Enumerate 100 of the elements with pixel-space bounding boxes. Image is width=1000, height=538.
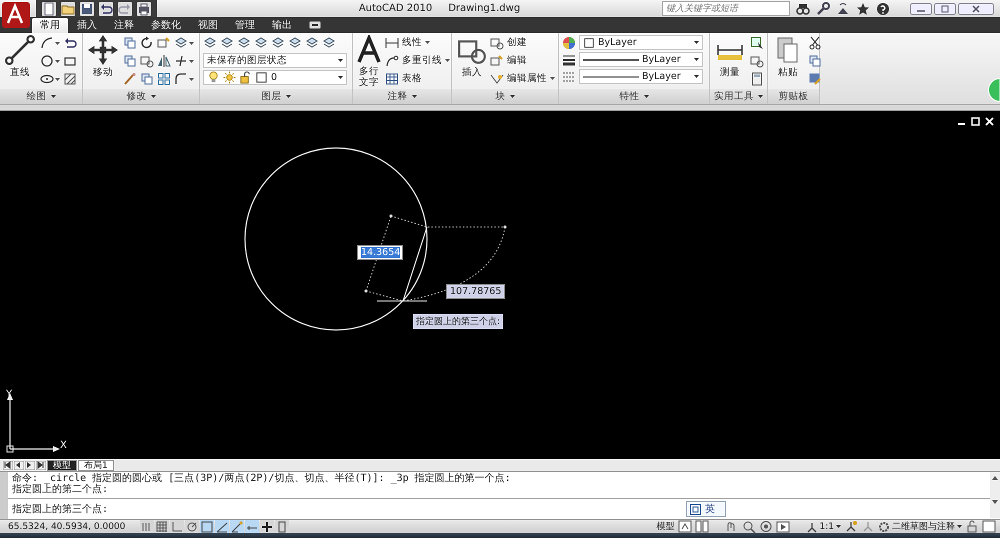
linetype-icon[interactable]	[562, 70, 576, 84]
wheel-icon[interactable]	[758, 520, 773, 533]
caret-icon[interactable]	[836, 525, 841, 528]
layout-tab[interactable]: 模型	[47, 460, 77, 470]
linetype-dropdown[interactable]: ByLayer	[579, 69, 703, 84]
lock-icon[interactable]	[965, 520, 979, 533]
caret-icon[interactable]	[55, 78, 60, 80]
color-wheel-icon[interactable]	[562, 36, 576, 50]
bulb-icon[interactable]	[207, 71, 220, 84]
caret-icon[interactable]	[694, 75, 699, 78]
panel-title[interactable]: 图层	[262, 90, 290, 103]
fillet-icon[interactable]	[174, 72, 188, 86]
wrench-icon[interactable]	[816, 2, 830, 16]
caret-icon[interactable]	[189, 60, 194, 62]
caret-icon[interactable]	[55, 42, 60, 44]
caret-icon[interactable]	[445, 59, 450, 62]
sun-icon[interactable]	[223, 71, 236, 84]
trim-button[interactable]	[174, 53, 194, 69]
polyline-button[interactable]	[40, 35, 60, 51]
ribbon-tab[interactable]: 管理	[227, 18, 263, 33]
leader-icon[interactable]	[385, 54, 399, 68]
help-icon[interactable]	[876, 2, 890, 16]
caret-icon[interactable]	[510, 95, 514, 98]
polar-icon[interactable]	[185, 520, 199, 534]
snap-icon[interactable]	[140, 520, 154, 534]
circle-icon[interactable]	[40, 54, 54, 68]
restore-button[interactable]	[934, 2, 956, 14]
undo-icon[interactable]	[99, 2, 113, 16]
line-button[interactable]: 直线	[3, 35, 37, 79]
insert-button[interactable]: 插入	[455, 35, 489, 79]
panel-title[interactable]: 特性	[620, 90, 648, 103]
minimize-button[interactable]	[910, 2, 932, 14]
lineweight-dropdown[interactable]: ByLayer	[579, 52, 703, 67]
create-block-button[interactable]: 创建	[490, 35, 555, 50]
ime-logo-icon[interactable]	[690, 504, 701, 514]
edit-block-button[interactable]: 编辑	[490, 53, 555, 68]
tab-scroll-button[interactable]	[36, 460, 46, 470]
caret-icon[interactable]	[338, 76, 343, 79]
annotation-scale-icon[interactable]	[806, 520, 818, 532]
lock-icon[interactable]	[239, 71, 252, 84]
osnap-icon[interactable]	[200, 520, 214, 534]
binoculars-icon[interactable]	[796, 2, 810, 16]
color-swatch-icon[interactable]	[583, 36, 595, 48]
multileader-button[interactable]: 多重引线	[385, 53, 450, 68]
move-arrows-icon[interactable]	[88, 35, 118, 65]
ellipse-icon[interactable]	[40, 72, 54, 86]
star-icon[interactable]	[856, 2, 870, 16]
ribbon-tab[interactable]: 常用	[32, 18, 68, 33]
zoom-icon[interactable]	[742, 520, 756, 533]
crosshair-icon[interactable]	[260, 520, 274, 534]
caret-icon[interactable]	[425, 41, 430, 44]
model-space-button[interactable]: 模型	[656, 520, 675, 533]
save-icon[interactable]	[80, 2, 94, 16]
caret-icon[interactable]	[550, 77, 555, 80]
multiline-text-button[interactable]: 多行文字	[356, 35, 382, 88]
ribbon-tab[interactable]: 输出	[264, 18, 300, 33]
print-icon[interactable]	[137, 2, 151, 16]
gear-icon[interactable]	[878, 520, 890, 532]
annotation-visibility-icon[interactable]	[844, 520, 858, 533]
table-button[interactable]: 表格	[385, 71, 450, 86]
caret-icon[interactable]	[286, 95, 290, 98]
table-icon[interactable]	[385, 72, 399, 86]
caret-icon[interactable]	[55, 60, 60, 62]
angle-icon[interactable]	[215, 520, 229, 534]
ribbon-tab[interactable]: 插入	[69, 18, 105, 33]
dynamic-input-field[interactable]: 14.3654	[357, 245, 403, 260]
close-button[interactable]	[958, 2, 994, 14]
viewports-icon[interactable]	[694, 520, 709, 533]
create-icon[interactable]	[490, 36, 504, 50]
layout-icon[interactable]	[678, 520, 692, 533]
measure-button[interactable]: 测量	[713, 35, 747, 79]
dynamic-input-field[interactable]: 107.78765	[446, 284, 506, 299]
workspace-button[interactable]: 二维草图与注释	[878, 520, 962, 533]
square-icon[interactable]	[255, 71, 268, 84]
panel-title[interactable]: 块	[496, 90, 514, 103]
edit-icon[interactable]	[490, 54, 504, 68]
fillet-button[interactable]	[174, 71, 194, 87]
ribbon-tab[interactable]: 视图	[190, 18, 226, 33]
line-icon[interactable]	[5, 35, 35, 65]
new-file-icon[interactable]	[42, 2, 56, 16]
layer-dropdown[interactable]: 0	[203, 70, 347, 85]
circle-button[interactable]	[40, 53, 60, 69]
clean-screen-icon[interactable]	[982, 520, 996, 533]
color-dropdown[interactable]: ByLayer	[579, 35, 703, 50]
minimize-ribbon-icon[interactable]	[309, 21, 321, 29]
tab-scroll-button[interactable]	[14, 460, 24, 470]
ribbon-tab[interactable]: 注释	[106, 18, 142, 33]
caret-icon[interactable]	[694, 58, 699, 61]
caret-icon[interactable]	[412, 95, 416, 98]
linear-dimension-button[interactable]: 线性	[385, 35, 450, 50]
tracking-icon[interactable]	[230, 520, 244, 534]
layout-tab[interactable]: 布局1	[78, 460, 114, 470]
layer-state-dropdown[interactable]: 未保存的图层状态	[203, 53, 347, 68]
showmotion-icon[interactable]	[776, 520, 790, 533]
caret-icon[interactable]	[150, 95, 156, 98]
caret-icon[interactable]	[189, 42, 194, 44]
caret-icon[interactable]	[338, 59, 343, 62]
ribbon-tab[interactable]: 参数化	[143, 18, 189, 33]
caret-icon[interactable]	[758, 95, 763, 98]
arc-icon[interactable]	[40, 36, 54, 50]
